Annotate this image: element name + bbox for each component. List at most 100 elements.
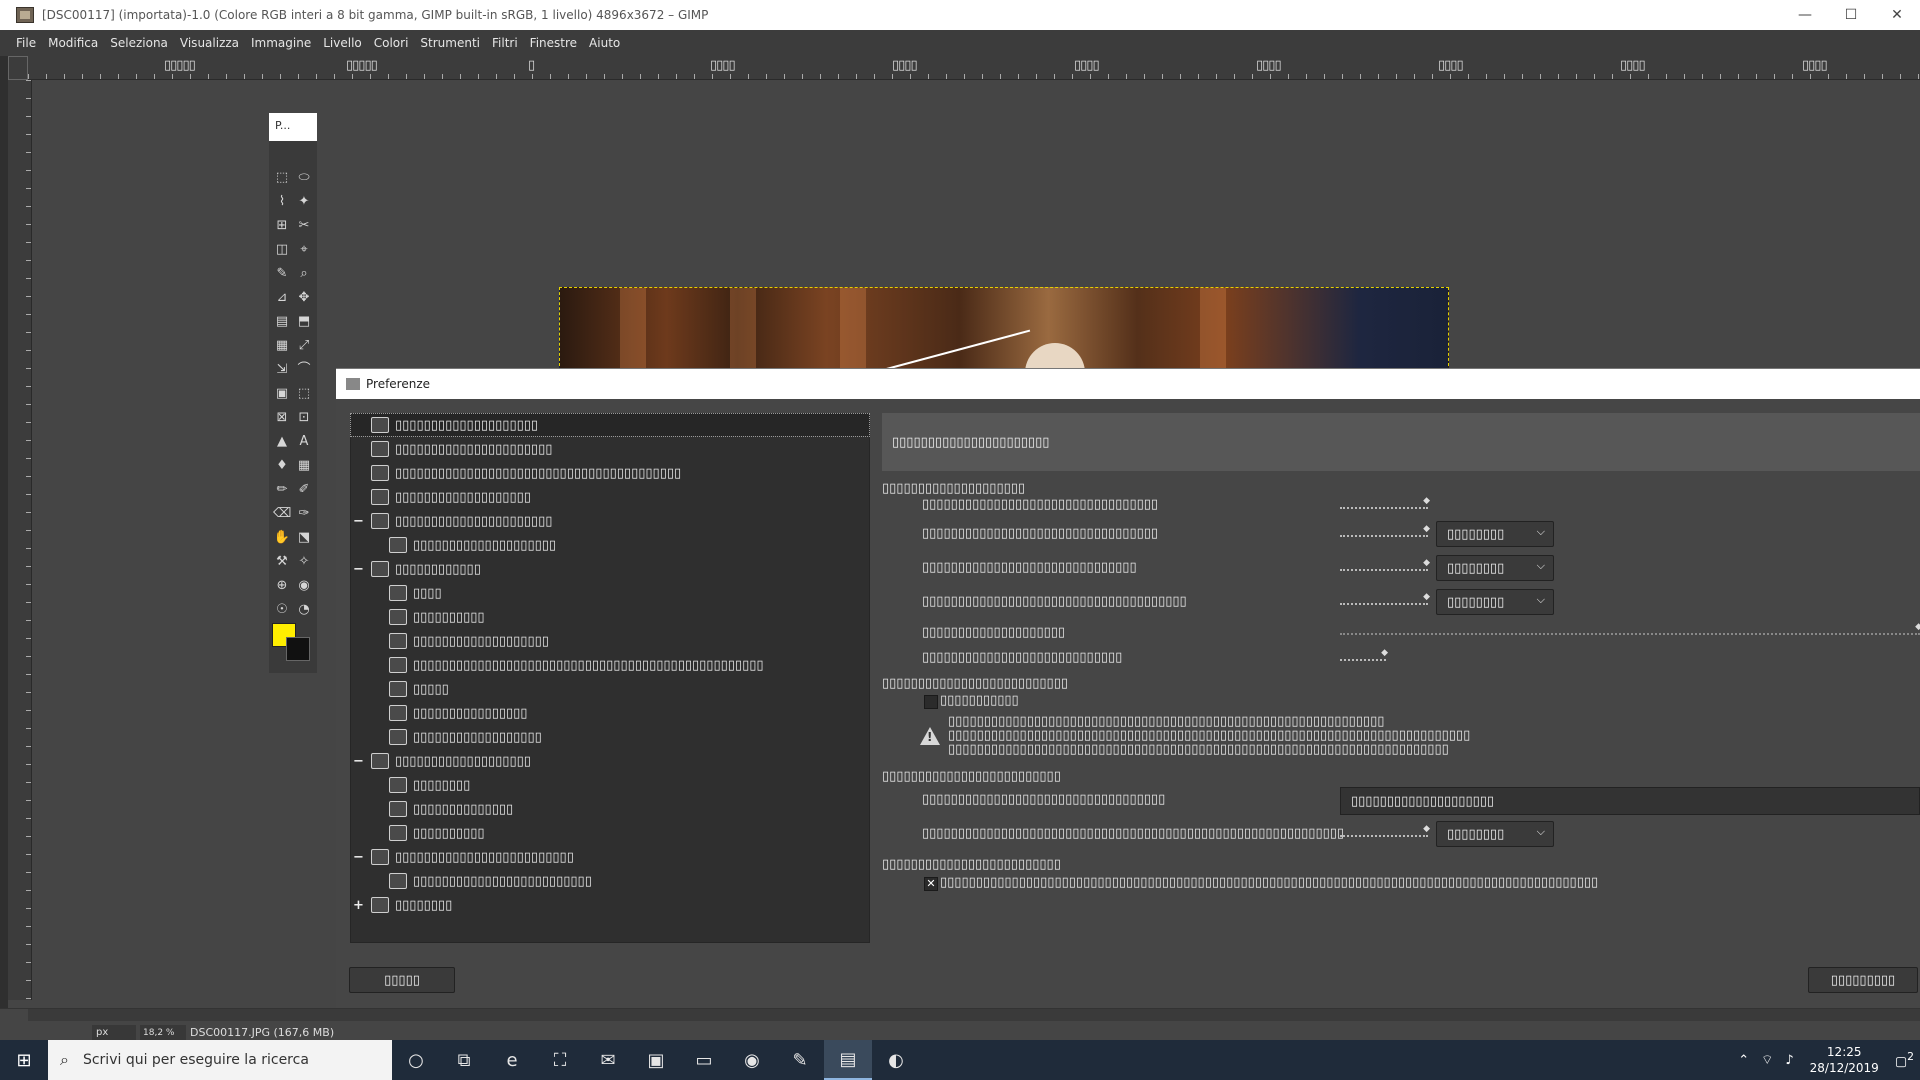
ellipse-select-icon[interactable]: ⬭ (295, 169, 313, 187)
maximize-button[interactable]: ☐ (1828, 0, 1874, 30)
foreground-select-icon[interactable]: ◫ (273, 241, 291, 259)
setting-spin-slider[interactable] (1340, 524, 1430, 537)
tree-item[interactable]: − ▯▯▯▯▯▯▯▯▯▯▯▯ (351, 558, 481, 580)
minimize-button[interactable]: — (1782, 0, 1828, 30)
help-button[interactable]: ▯▯▯▯▯ (349, 967, 455, 993)
tree-item[interactable]: − ▯▯▯▯▯▯▯▯▯▯▯▯▯▯▯▯▯▯▯▯▯▯ (351, 510, 552, 532)
tree-item[interactable]: ▯▯▯▯▯▯▯▯▯▯▯▯▯▯▯▯▯▯▯▯▯▯▯▯▯ (351, 870, 592, 892)
heal-icon[interactable]: ✧ (295, 553, 313, 571)
menu-windows[interactable]: Finestre (524, 36, 583, 50)
setting-spin-slider[interactable] (1340, 592, 1430, 605)
tree-item[interactable]: ▯▯▯▯▯ (351, 678, 449, 700)
network-icon[interactable]: ⌔ (1755, 1052, 1779, 1068)
tree-item[interactable]: ▯▯▯▯▯▯▯▯▯▯▯▯▯▯ (351, 798, 513, 820)
fuzzy-select-icon[interactable]: ✦ (295, 193, 313, 211)
crop-icon[interactable]: ⬒ (295, 313, 313, 331)
toolbox-tab[interactable]: P... (269, 113, 317, 141)
tree-item[interactable]: ▯▯▯▯▯▯▯▯▯▯▯▯▯▯▯▯▯▯▯ (351, 486, 531, 508)
tree-item[interactable]: + ▯▯▯▯▯▯▯▯ (351, 894, 452, 916)
vertical-ruler[interactable] (8, 80, 32, 1000)
scale-icon[interactable]: ⇲ (273, 361, 291, 379)
gradient-icon[interactable]: ▦ (295, 457, 313, 475)
tree-item[interactable]: ▯▯▯▯ (351, 582, 442, 604)
collapse-icon[interactable]: − (353, 754, 364, 769)
rect-select-icon[interactable]: ⬚ (273, 169, 291, 187)
warp-transform-icon[interactable]: ▲ (273, 433, 291, 451)
menu-file[interactable]: File (10, 36, 42, 50)
unit-combo[interactable]: ▯▯▯▯▯▯▯▯ ⌵ (1436, 821, 1554, 847)
file-explorer-icon[interactable]: ▭ (680, 1040, 728, 1080)
collapse-icon[interactable]: − (353, 514, 364, 529)
taskbar-search[interactable]: ⌕ Scrivi qui per eseguire la ricerca (48, 1040, 392, 1080)
move-icon[interactable]: ✥ (295, 289, 313, 307)
gimp-app-icon[interactable]: ✎ (776, 1040, 824, 1080)
setting-path-slider[interactable] (1340, 622, 1920, 635)
perspective-icon[interactable]: ▣ (273, 385, 291, 403)
setting-spin-slider[interactable] (1340, 648, 1388, 661)
expand-icon[interactable]: + (353, 898, 364, 913)
tree-item[interactable]: − ▯▯▯▯▯▯▯▯▯▯▯▯▯▯▯▯▯▯▯▯▯▯▯▯▯ (351, 846, 574, 868)
rotate-icon[interactable]: ⤢ (295, 337, 313, 355)
tree-item[interactable]: ▯▯▯▯▯▯▯▯▯▯▯▯▯▯▯▯▯▯▯▯ (351, 534, 556, 556)
tree-item[interactable]: ▯▯▯▯▯▯▯▯ (351, 774, 470, 796)
setting-spin-slider[interactable] (1340, 824, 1430, 837)
background-color-swatch[interactable] (286, 637, 310, 661)
ruler-corner-button[interactable] (8, 56, 28, 80)
handle-transform-icon[interactable]: ⊠ (273, 409, 291, 427)
chrome-icon[interactable]: ◉ (728, 1040, 776, 1080)
shear-icon[interactable]: ⌒ (295, 361, 313, 379)
scissors-select-icon[interactable]: ✂ (295, 217, 313, 235)
menu-colors[interactable]: Colori (368, 36, 415, 50)
color-picker-icon[interactable]: ✎ (273, 265, 291, 283)
volume-icon[interactable]: ♪ (1779, 1053, 1799, 1068)
unit-combo[interactable]: ▯▯▯▯▯▯▯▯ ⌵ (1436, 555, 1554, 581)
unit-combo[interactable]: ▯▯▯▯▯▯▯▯ ⌵ (1436, 521, 1554, 547)
collapse-icon[interactable]: − (353, 850, 364, 865)
clock[interactable]: 12:25 28/12/2019 (1800, 1044, 1889, 1076)
cortana-icon[interactable]: ○ (392, 1040, 440, 1080)
setting-spin-slider[interactable] (1340, 558, 1430, 571)
paths-icon[interactable]: ⌖ (295, 241, 313, 259)
align-icon[interactable]: ▤ (273, 313, 291, 331)
tree-item[interactable]: ▯▯▯▯▯▯▯▯▯▯ (351, 606, 485, 628)
unified-transform-icon[interactable]: ▦ (273, 337, 291, 355)
app-icon[interactable]: ◐ (872, 1040, 920, 1080)
blur-icon[interactable]: ◉ (295, 577, 313, 595)
perspective-clone-icon[interactable]: ⊕ (273, 577, 291, 595)
edge-icon[interactable]: e (488, 1040, 536, 1080)
3d-transform-icon[interactable]: ⬚ (295, 385, 313, 403)
menu-filters[interactable]: Filtri (486, 36, 524, 50)
setting-spin-slider[interactable] (1340, 496, 1430, 509)
horizontal-ruler[interactable]: ▯▯▯▯▯ ▯▯▯▯▯ ▯ ▯▯▯▯ ▯▯▯▯ ▯▯▯▯ ▯▯▯▯ ▯▯▯▯ ▯… (28, 56, 1920, 80)
chevron-up-icon[interactable]: ⌃ (1732, 1053, 1755, 1068)
menu-edit[interactable]: Modifica (42, 36, 104, 50)
outlook-icon[interactable]: ▣ (632, 1040, 680, 1080)
text-icon[interactable]: A (295, 433, 313, 451)
color-select-icon[interactable]: ⊞ (273, 217, 291, 235)
tree-item[interactable]: ▯▯▯▯▯▯▯▯▯▯▯▯▯▯▯▯ (351, 702, 527, 724)
setting-checkbox[interactable] (924, 695, 938, 709)
cage-transform-icon[interactable]: ⊡ (295, 409, 313, 427)
airbrush-icon[interactable]: ✑ (295, 505, 313, 523)
menu-help[interactable]: Aiuto (583, 36, 626, 50)
notification-icon[interactable]: ▢2 (1889, 1050, 1920, 1069)
menu-tools[interactable]: Strumenti (414, 36, 486, 50)
tree-item[interactable]: ▯▯▯▯▯▯▯▯▯▯▯▯▯▯▯▯▯▯▯▯▯▯▯▯▯▯▯▯▯▯▯▯▯▯▯▯▯▯▯▯… (351, 654, 764, 676)
collapse-icon[interactable]: − (353, 562, 364, 577)
unit-combo[interactable]: ▯▯▯▯▯▯▯▯ ⌵ (1436, 589, 1554, 615)
tree-item[interactable]: ▯▯▯▯▯▯▯▯▯▯▯▯▯▯▯▯▯▯▯▯▯▯ (351, 438, 552, 460)
tree-item[interactable]: ▯▯▯▯▯▯▯▯▯▯▯▯▯▯▯▯▯▯ (351, 726, 542, 748)
horizontal-scrollbar[interactable] (28, 1009, 1920, 1021)
tree-item[interactable]: ▯▯▯▯▯▯▯▯▯▯▯▯▯▯▯▯▯▯▯▯ (350, 413, 870, 437)
close-button[interactable]: ✕ (1874, 0, 1920, 30)
tree-item[interactable]: − ▯▯▯▯▯▯▯▯▯▯▯▯▯▯▯▯▯▯▯ (351, 750, 531, 772)
store-icon[interactable]: ⛶ (536, 1040, 584, 1080)
menu-image[interactable]: Immagine (245, 36, 317, 50)
mail-icon[interactable]: ✉ (584, 1040, 632, 1080)
task-view-icon[interactable]: ⧉ (440, 1040, 488, 1080)
setting-entry[interactable]: ▯▯▯▯▯▯▯▯▯▯▯▯▯▯▯▯▯▯▯▯ (1340, 787, 1920, 815)
reset-button[interactable]: ▯▯▯▯▯▯▯▯▯ (1808, 967, 1918, 993)
tree-item[interactable]: ▯▯▯▯▯▯▯▯▯▯ (351, 822, 485, 844)
zoom-icon[interactable]: ⌕ (295, 265, 313, 283)
ink-icon[interactable]: ✋ (273, 529, 291, 547)
